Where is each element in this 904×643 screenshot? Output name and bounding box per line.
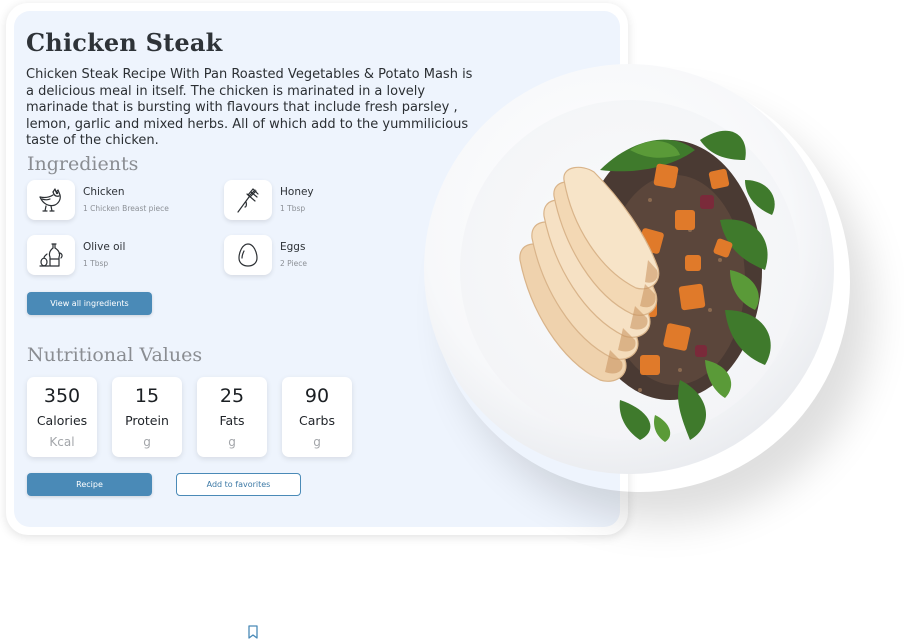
nutrition-value: 25 [219, 385, 245, 407]
chicken-salad-plate-image [519, 130, 775, 442]
add-to-favorites-button[interactable]: Add to favorites [176, 473, 301, 496]
nutrition-unit: Kcal [49, 435, 75, 449]
egg-icon [224, 235, 272, 275]
nutrition-card-calories: 350 Calories Kcal [27, 377, 97, 457]
nutritional-values-heading: Nutritional Values [27, 344, 203, 366]
ingredient-item-eggs: Eggs 2 Piece [224, 235, 414, 281]
view-all-ingredients-button[interactable]: View all ingredients [27, 292, 152, 315]
nutrition-label: Carbs [299, 413, 335, 428]
nutrition-card-protein: 15 Protein g [112, 377, 182, 457]
nutrition-unit: g [143, 435, 151, 449]
nutrition-card-fats: 25 Fats g [197, 377, 267, 457]
ingredient-quantity: 1 Chicken Breast piece [83, 204, 169, 213]
bookmark-icon[interactable] [247, 624, 259, 643]
nutrition-value: 15 [134, 385, 160, 407]
ingredient-item-honey: Honey 1 Tbsp [224, 180, 414, 226]
olive-oil-icon [27, 235, 75, 275]
ingredient-quantity: 1 Tbsp [83, 259, 109, 268]
nutrition-label: Protein [125, 413, 169, 428]
nutrition-card-carbs: 90 Carbs g [282, 377, 352, 457]
nutrition-label: Calories [36, 413, 88, 428]
chicken-icon [27, 180, 75, 220]
nutrition-unit: g [228, 435, 236, 449]
nutrition-label: Fats [219, 413, 245, 428]
ingredient-name: Olive oil [83, 241, 126, 253]
ingredient-quantity: 2 Piece [280, 259, 307, 268]
recipe-title: Chicken Steak [26, 28, 223, 57]
ingredient-name: Eggs [280, 241, 306, 253]
nutrition-value: 350 [43, 385, 81, 407]
recipe-button[interactable]: Recipe [27, 473, 152, 496]
ingredients-heading: Ingredients [27, 153, 139, 175]
ingredient-quantity: 1 Tbsp [280, 204, 306, 213]
ingredient-item-olive-oil: Olive oil 1 Tbsp [27, 235, 217, 281]
recipe-description: Chicken Steak Recipe With Pan Roasted Ve… [26, 67, 473, 148]
honey-dipper-icon [224, 180, 272, 220]
ingredient-name: Honey [280, 186, 314, 198]
ingredient-name: Chicken [83, 186, 125, 198]
ingredient-item-chicken: Chicken 1 Chicken Breast piece [27, 180, 217, 226]
nutrition-value: 90 [304, 385, 330, 407]
nutrition-unit: g [313, 435, 321, 449]
